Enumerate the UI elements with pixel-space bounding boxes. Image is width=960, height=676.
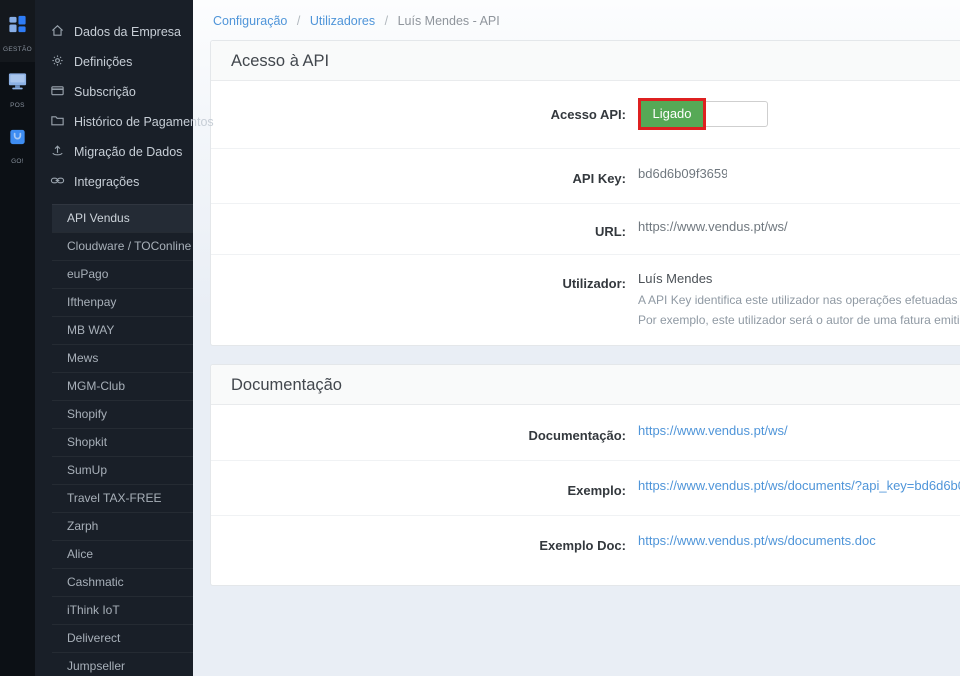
toggle-on-segment[interactable]: Ligado (641, 101, 703, 127)
exemplo-link[interactable]: https://www.vendus.pt/ws/documents/?api_… (638, 478, 960, 493)
breadcrumb-link-configuracao[interactable]: Configuração (213, 14, 287, 28)
submenu-item-travel-tax-free[interactable]: Travel TAX-FREE (52, 484, 193, 512)
folder-icon (50, 113, 65, 131)
utilizador-help-text: A API Key identifica este utilizador nas… (638, 291, 960, 331)
submenu-item-shopify[interactable]: Shopify (52, 400, 193, 428)
submenu-item-api-vendus[interactable]: API Vendus (52, 204, 193, 232)
documentacao-label: Documentação: (211, 423, 638, 443)
documentacao-link[interactable]: https://www.vendus.pt/ws/ (638, 423, 788, 438)
submenu-item-deliverect[interactable]: Deliverect (52, 624, 193, 652)
submenu-item-alice[interactable]: Alice (52, 540, 193, 568)
credit-card-icon (50, 83, 65, 101)
main-content: Configuração / Utilizadores / Luís Mende… (193, 0, 960, 676)
row-utilizador: Utilizador: Luís Mendes A API Key identi… (211, 254, 960, 345)
api-key-label: API Key: (211, 166, 638, 186)
rail-item-go[interactable]: GO! (0, 118, 35, 174)
sidebar-item-label: Migração de Dados (74, 145, 182, 159)
submenu-item-cashmatic[interactable]: Cashmatic (52, 568, 193, 596)
documentation-card: Documentação Documentação: https://www.v… (210, 364, 960, 586)
row-exemplo: Exemplo: https://www.vendus.pt/ws/docume… (211, 460, 960, 515)
sidebar-item-label: Integrações (74, 175, 139, 189)
exemplo-doc-label: Exemplo Doc: (211, 533, 638, 553)
grid-logo-icon (7, 14, 28, 40)
api-access-card: Acesso à API Acesso API: Ligado API Key:… (210, 40, 960, 346)
sidebar-item-label: Dados da Empresa (74, 25, 181, 39)
submenu-item-cloudware-toconline[interactable]: Cloudware / TOConline (52, 232, 193, 260)
row-exemplo-doc: Exemplo Doc: https://www.vendus.pt/ws/do… (211, 515, 960, 571)
rail-label: GO! (11, 158, 24, 165)
rail-label: GESTÃO (3, 46, 32, 53)
sidebar-item-dados-da-empresa[interactable]: Dados da Empresa (35, 17, 193, 47)
breadcrumb-current: Luís Mendes - API (398, 14, 500, 28)
exemplo-doc-link[interactable]: https://www.vendus.pt/ws/documents.doc (638, 533, 876, 548)
sidebar-item-label: Histórico de Pagamentos (74, 115, 214, 129)
submenu-item-jumpseller[interactable]: Jumpseller (52, 652, 193, 676)
breadcrumb: Configuração / Utilizadores / Luís Mende… (193, 0, 960, 40)
submenu-item-mews[interactable]: Mews (52, 344, 193, 372)
row-api-key: API Key: bd6d6b09f3659 (211, 148, 960, 203)
submenu-item-mb-way[interactable]: MB WAY (52, 316, 193, 344)
submenu-item-ithink-iot[interactable]: iThink IoT (52, 596, 193, 624)
link-icon (50, 173, 65, 191)
rail-label: POS (10, 102, 25, 109)
rail-item-pos[interactable]: POS (0, 62, 35, 118)
breadcrumb-separator: / (385, 14, 388, 28)
sidebar-item-integracoes[interactable]: Integrações (35, 167, 193, 197)
api-access-toggle[interactable]: Ligado (638, 98, 960, 130)
acesso-api-label: Acesso API: (211, 98, 638, 122)
settings-sidebar: Dados da Empresa Definições Subscrição (35, 0, 193, 676)
url-label: URL: (211, 219, 638, 239)
submenu-item-ifthenpay[interactable]: Ifthenpay (52, 288, 193, 316)
exemplo-label: Exemplo: (211, 478, 638, 498)
home-icon (50, 23, 65, 41)
submenu-item-eupago[interactable]: euPago (52, 260, 193, 288)
shopping-bag-icon (7, 126, 28, 152)
submenu-item-sumup[interactable]: SumUp (52, 456, 193, 484)
api-key-value: bd6d6b09f3659 (638, 166, 727, 181)
utilizador-value: Luís Mendes (638, 271, 960, 286)
upload-icon (50, 143, 65, 161)
rail-item-gestao[interactable]: GESTÃO (0, 0, 35, 62)
row-url: URL: https://www.vendus.pt/ws/ (211, 203, 960, 254)
app-rail: GESTÃO POS GO! (0, 0, 35, 676)
sidebar-item-label: Subscrição (74, 85, 136, 99)
sidebar-item-migracao-dados[interactable]: Migração de Dados (35, 137, 193, 167)
monitor-icon (7, 70, 28, 96)
sidebar-item-label: Definições (74, 55, 132, 69)
submenu-item-zarph[interactable]: Zarph (52, 512, 193, 540)
toggle-off-segment[interactable] (706, 101, 768, 127)
sidebar-item-definicoes[interactable]: Definições (35, 47, 193, 77)
utilizador-label: Utilizador: (211, 271, 638, 291)
url-value: https://www.vendus.pt/ws/ (638, 219, 960, 234)
card-title-acesso-api: Acesso à API (211, 41, 960, 81)
sidebar-item-historico-pagamentos[interactable]: Histórico de Pagamentos (35, 107, 193, 137)
breadcrumb-link-utilizadores[interactable]: Utilizadores (310, 14, 375, 28)
sidebar-item-subscricao[interactable]: Subscrição (35, 77, 193, 107)
card-title-documentacao: Documentação (211, 365, 960, 405)
annotation-highlight-box: Ligado (638, 98, 706, 130)
row-documentacao: Documentação: https://www.vendus.pt/ws/ (211, 405, 960, 460)
gear-icon (50, 53, 65, 71)
integrations-submenu: API Vendus Cloudware / TOConline euPago … (35, 197, 193, 676)
app-window: GESTÃO POS GO! (0, 0, 960, 676)
breadcrumb-separator: / (297, 14, 300, 28)
submenu-item-mgm-club[interactable]: MGM-Club (52, 372, 193, 400)
submenu-item-shopkit[interactable]: Shopkit (52, 428, 193, 456)
row-acesso-api: Acesso API: Ligado (211, 81, 960, 148)
